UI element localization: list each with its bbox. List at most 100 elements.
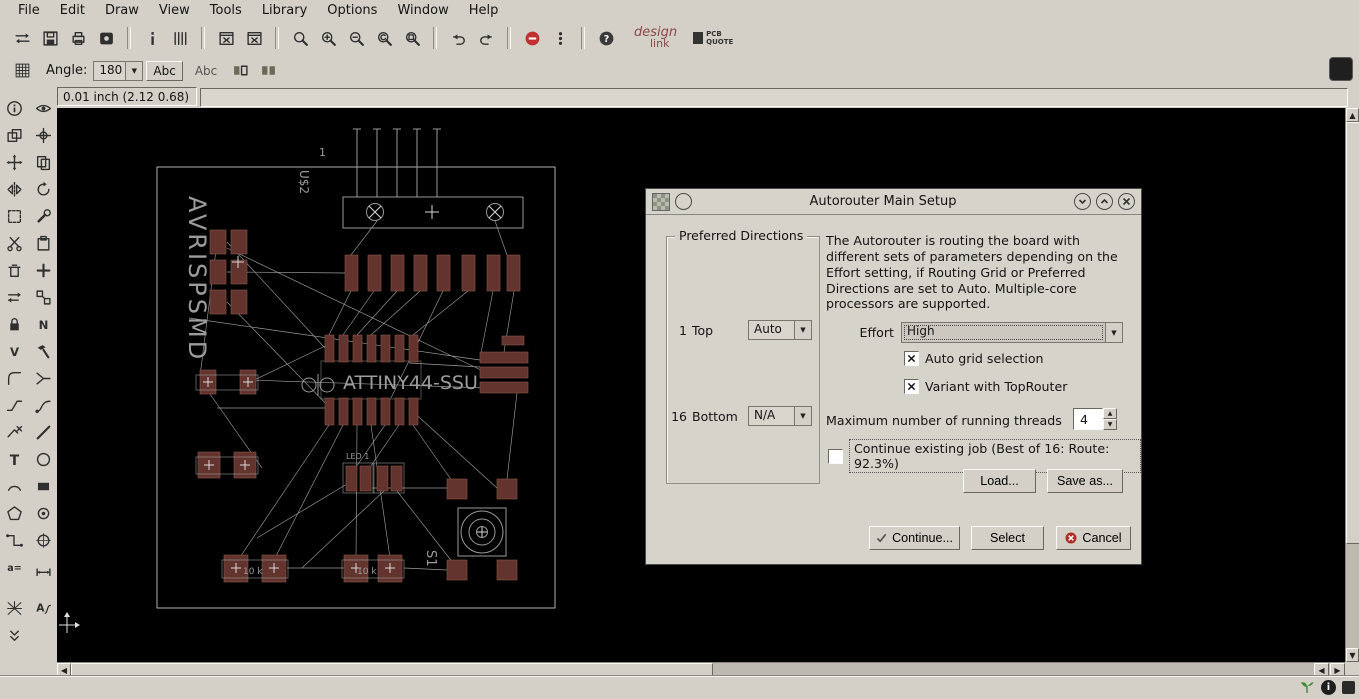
scroll-up-icon[interactable]: ▲ — [1346, 108, 1359, 122]
dimension-tool[interactable] — [30, 555, 56, 580]
status-info-icon[interactable]: i — [1321, 679, 1336, 695]
circle-tool[interactable] — [30, 447, 56, 472]
threads-spinbox[interactable]: 4 ▲ ▼ — [1073, 408, 1117, 430]
save-as-button[interactable]: Save as... — [1047, 469, 1123, 493]
ratsnest-tool[interactable] — [1, 596, 27, 621]
design-link-logo[interactable]: design link — [634, 26, 677, 49]
continue-button[interactable]: Continue... — [869, 526, 960, 550]
board-window-icon[interactable] — [241, 25, 267, 51]
rect-tool[interactable] — [30, 474, 56, 499]
save-icon[interactable] — [37, 25, 63, 51]
overflow-dots-icon[interactable] — [547, 25, 573, 51]
exchange-icon[interactable] — [9, 25, 35, 51]
status-plant-icon[interactable] — [1299, 679, 1315, 695]
move-tool[interactable] — [1, 150, 27, 175]
layer-bottom-direction-combobox[interactable]: N/A ▼ — [748, 406, 812, 426]
polygon-tool[interactable] — [1, 501, 27, 526]
signal-tool[interactable] — [1, 528, 27, 553]
menu-draw[interactable]: Draw — [95, 1, 149, 20]
chevron-down-icon[interactable]: ▼ — [125, 61, 143, 80]
show-tool[interactable] — [30, 96, 56, 121]
menu-edit[interactable]: Edit — [50, 1, 95, 20]
route-tool[interactable] — [30, 393, 56, 418]
wire-tool[interactable] — [30, 420, 56, 445]
menu-help[interactable]: Help — [459, 1, 509, 20]
cut-tool[interactable] — [1, 231, 27, 256]
chevron-down-icon[interactable]: ▼ — [1105, 323, 1122, 342]
scroll-right-icon[interactable]: ▶ — [1330, 663, 1345, 677]
menu-tools[interactable]: Tools — [200, 1, 252, 20]
menu-options[interactable]: Options — [317, 1, 387, 20]
continue-job-checkbox[interactable] — [828, 448, 843, 464]
vertical-scroll-thumb[interactable] — [1346, 122, 1359, 544]
shade-icon[interactable] — [1074, 193, 1091, 210]
chevron-down-icon[interactable]: ▼ — [794, 407, 811, 425]
split-tool[interactable] — [30, 366, 56, 391]
dialog-titlebar[interactable]: Autorouter Main Setup — [646, 189, 1141, 215]
schematic-window-icon[interactable] — [213, 25, 239, 51]
grid-icon[interactable] — [9, 58, 35, 84]
cancel-button[interactable]: Cancel — [1056, 526, 1131, 550]
zoom-in-icon[interactable] — [315, 25, 341, 51]
scroll-left-icon[interactable]: ◀ — [1314, 663, 1329, 677]
layer-color-button[interactable] — [1329, 57, 1353, 81]
ripup-tool[interactable] — [1, 420, 27, 445]
via-tool[interactable] — [30, 501, 56, 526]
cam-processor-icon[interactable] — [93, 25, 119, 51]
variant-toprouter-checkbox[interactable] — [904, 379, 919, 394]
group-tool[interactable] — [1, 204, 27, 229]
autorouter-tool[interactable]: A — [30, 596, 56, 621]
resize-grip[interactable] — [1342, 680, 1355, 694]
smash-tool[interactable] — [30, 339, 56, 364]
delete-tool[interactable] — [1, 258, 27, 283]
arc-tool[interactable] — [1, 474, 27, 499]
attribute-tool[interactable]: a= — [1, 555, 27, 580]
menu-library[interactable]: Library — [252, 1, 317, 20]
run-script-icon[interactable] — [139, 25, 165, 51]
horizontal-scrollbar[interactable]: ◀ ◀ ▶ — [57, 662, 1345, 678]
redo-icon[interactable] — [473, 25, 499, 51]
print-icon[interactable] — [65, 25, 91, 51]
close-icon[interactable] — [1118, 193, 1135, 210]
pinswap-tool[interactable] — [1, 285, 27, 310]
load-button[interactable]: Load... — [963, 469, 1036, 493]
angle-combobox[interactable]: 180 ▼ — [93, 60, 144, 81]
text-style-alt-button[interactable]: Abc — [189, 62, 223, 80]
hole-tool[interactable] — [30, 528, 56, 553]
command-line-input[interactable] — [200, 88, 1348, 107]
vertical-scrollbar[interactable]: ▲ ▼ — [1345, 108, 1359, 662]
add-tool[interactable] — [30, 258, 56, 283]
select-button[interactable]: Select — [971, 526, 1044, 550]
replace-tool[interactable] — [30, 285, 56, 310]
change-tool[interactable] — [30, 204, 56, 229]
text-style-button[interactable]: Abc — [146, 60, 183, 81]
layer-top-direction-combobox[interactable]: Auto ▼ — [748, 320, 812, 340]
paste-tool[interactable] — [30, 231, 56, 256]
info-tool[interactable] — [1, 96, 27, 121]
text-tool[interactable]: T — [1, 447, 27, 472]
stop-icon[interactable] — [519, 25, 545, 51]
undo-icon[interactable] — [445, 25, 471, 51]
effort-combobox[interactable]: High ▼ — [901, 322, 1123, 343]
scroll-left-icon[interactable]: ◀ — [57, 663, 71, 677]
pcb-quote-logo[interactable]: PCB QUOTE — [693, 30, 733, 46]
menu-window[interactable]: Window — [387, 1, 458, 20]
name-tool[interactable]: N — [30, 312, 56, 337]
scroll-down-icon[interactable]: ▼ — [1346, 648, 1359, 662]
zoom-select-icon[interactable] — [399, 25, 425, 51]
spin-up-icon[interactable]: ▲ — [1103, 408, 1117, 419]
zoom-fit-icon[interactable] — [287, 25, 313, 51]
auto-grid-checkbox[interactable] — [904, 351, 919, 366]
rotate-tool[interactable] — [30, 177, 56, 202]
more-tools-chevron-icon[interactable] — [1, 623, 27, 648]
help-icon[interactable]: ? — [593, 25, 619, 51]
pad-display-alt-icon[interactable] — [255, 58, 281, 84]
value-tool[interactable]: V — [1, 339, 27, 364]
display-tool[interactable] — [1, 123, 27, 148]
table-icon[interactable] — [167, 25, 193, 51]
unshade-icon[interactable] — [1096, 193, 1113, 210]
zoom-redraw-icon[interactable] — [371, 25, 397, 51]
window-menu-button[interactable] — [675, 193, 692, 210]
copy-tool[interactable] — [30, 150, 56, 175]
mark-tool[interactable] — [30, 123, 56, 148]
